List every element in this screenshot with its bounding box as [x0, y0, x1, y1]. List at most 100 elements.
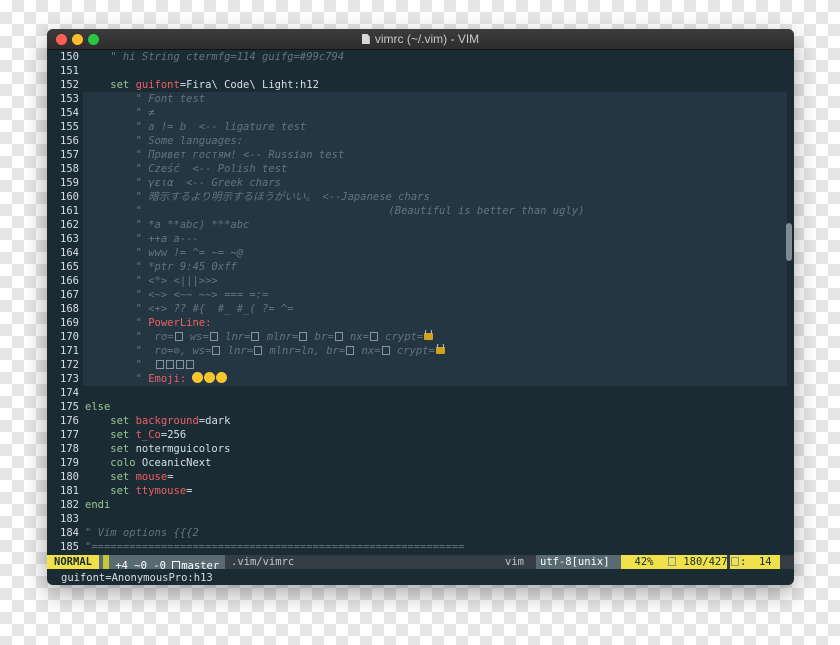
- code-line[interactable]: 161 " (Beautiful is better than ugly): [47, 204, 786, 218]
- line-number: 174: [60, 387, 79, 399]
- code-line[interactable]: 178 set notermguicolors: [47, 442, 786, 456]
- line-number: 164: [60, 247, 79, 259]
- code-token: " www != ^= ~= ~@: [85, 247, 244, 259]
- code-line[interactable]: 164 " www != ^= ~= ~@: [47, 246, 786, 260]
- code-line[interactable]: 156 " Some languages:: [47, 134, 786, 148]
- code-text: " Emoji:: [85, 372, 228, 386]
- git-branch: master: [181, 560, 220, 569]
- code-token: guifont: [135, 79, 180, 91]
- code-token: " Cześć <-- Polish test: [85, 163, 288, 175]
- code-line[interactable]: 171 " ro=⊘, ws= lnr= mlnr=ln, br= nx= cr…: [47, 344, 786, 358]
- missing-glyph-icon: [254, 346, 263, 355]
- code-line[interactable]: 163 " ++a a---: [47, 232, 786, 246]
- code-line[interactable]: 159 " γεια <-- Greek chars: [47, 176, 786, 190]
- code-line[interactable]: 181 set ttymouse=: [47, 484, 786, 498]
- line-number: 155: [60, 121, 79, 133]
- line-position: 180/427: [667, 555, 728, 569]
- code-line[interactable]: 158 " Cześć <-- Polish test: [47, 162, 786, 176]
- file-type: vim: [505, 556, 524, 568]
- line-number: 169: [60, 317, 79, 329]
- code-line[interactable]: 174: [47, 386, 786, 400]
- code-text: else: [85, 400, 110, 414]
- code-token: " <~> <~~ ~~> === =:=: [85, 289, 269, 301]
- code-line[interactable]: 168 " <+> ?? #{ #_ #_( ?= ^=: [47, 302, 786, 316]
- code-token: Emoji:: [148, 373, 193, 385]
- code-line[interactable]: 180 set mouse=: [47, 470, 786, 484]
- code-line[interactable]: 172 ": [47, 358, 786, 372]
- code-line[interactable]: 152 set guifont=Fira\ Code\ Light:h12: [47, 78, 786, 92]
- code-token: =Fira\ Code\ Light:h12: [179, 79, 319, 91]
- code-token: "=======================================…: [85, 541, 465, 553]
- code-token: =: [186, 485, 193, 497]
- line-number: 150: [60, 51, 79, 63]
- line-number: 163: [60, 233, 79, 245]
- code-line[interactable]: 179 colo OceanicNext: [47, 456, 786, 470]
- code-text: " 暗示するより明示するほうがいい。 <--Japanese chars: [85, 190, 430, 204]
- code-token: " a != b <-- ligature test: [85, 121, 307, 133]
- line-number: 158: [60, 163, 79, 175]
- code-line[interactable]: 157 " Привет гостям! <-- Russian test: [47, 148, 786, 162]
- code-line[interactable]: 175 else: [47, 400, 786, 414]
- code-token: ttymouse: [135, 485, 187, 497]
- code-line[interactable]: 166 " <*> <|||>>>: [47, 274, 786, 288]
- code-text: " Привет гостям! <-- Russian test: [85, 148, 345, 162]
- code-token: endi: [85, 499, 111, 511]
- code-text: " a != b <-- ligature test: [85, 120, 307, 134]
- code-text: " <*> <|||>>>: [85, 274, 218, 288]
- code-token: " γεια <-- Greek chars: [85, 177, 281, 189]
- code-line[interactable]: 184 " Vim options {{{2: [47, 526, 786, 540]
- missing-glyph-icon: [175, 360, 184, 369]
- code-text: set ttymouse=: [85, 484, 192, 498]
- command-line[interactable]: guifont=AnonymousPro:h13: [61, 571, 213, 585]
- code-line[interactable]: 160 " 暗示するより明示するほうがいい。 <--Japanese chars: [47, 190, 786, 204]
- line-number: 167: [60, 289, 79, 301]
- line-number: 177: [60, 429, 79, 441]
- code-text: " www != ^= ~= ~@: [85, 246, 243, 260]
- code-line[interactable]: 167 " <~> <~~ ~~> === =:=: [47, 288, 786, 302]
- code-line[interactable]: 151: [47, 64, 786, 78]
- code-text: endi: [85, 498, 110, 512]
- code-line[interactable]: 162 " *a **abc) ***abc: [47, 218, 786, 232]
- scroll-percent: 42%: [621, 555, 667, 569]
- code-line[interactable]: 173 " Emoji:: [47, 372, 786, 386]
- code-text: ": [85, 358, 195, 372]
- code-line[interactable]: 150 " hi String ctermfg=114 guifg=#99c79…: [47, 50, 786, 64]
- code-text: " hi String ctermfg=114 guifg=#99c794: [85, 50, 344, 64]
- git-hunks: +4 ~0 -0: [115, 560, 166, 569]
- code-token: " ro=: [85, 331, 174, 343]
- code-text: " PowerLine:: [85, 316, 212, 330]
- code-line[interactable]: 169 " PowerLine:: [47, 316, 786, 330]
- code-token: crypt=: [378, 331, 424, 343]
- column-position-text: : 14: [740, 556, 772, 568]
- branch-icon: [172, 561, 181, 569]
- code-token: mlnr=: [260, 331, 299, 343]
- window-title-text: vimrc (~/.vim) - VIM: [374, 32, 480, 46]
- emoji-face-icon: [192, 372, 204, 383]
- code-token: " *ptr 9:45 0xff: [85, 261, 237, 273]
- code-line[interactable]: 183: [47, 512, 786, 526]
- code-text: " *ptr 9:45 0xff: [85, 260, 237, 274]
- line-number: 181: [60, 485, 79, 497]
- code-line[interactable]: 176 set background=dark: [47, 414, 786, 428]
- editor-buffer[interactable]: 150 " hi String ctermfg=114 guifg=#99c79…: [47, 50, 794, 554]
- code-line[interactable]: 182 endi: [47, 498, 786, 512]
- code-token: mlnr=ln, br=: [263, 345, 346, 357]
- code-text: " <~> <~~ ~~> === =:=: [85, 288, 269, 302]
- code-line[interactable]: 165 " *ptr 9:45 0xff: [47, 260, 786, 274]
- code-text: set guifont=Fira\ Code\ Light:h12: [85, 78, 319, 92]
- line-number: 159: [60, 177, 79, 189]
- code-token: =: [167, 471, 174, 483]
- code-line[interactable]: 185 "====================================…: [47, 540, 786, 554]
- window-title: vimrc (~/.vim) - VIM: [47, 29, 794, 49]
- emoji-face-icon: [216, 372, 228, 383]
- code-line[interactable]: 155 " a != b <-- ligature test: [47, 120, 786, 134]
- missing-glyph-icon: [165, 360, 174, 369]
- code-token: ": [85, 373, 149, 385]
- line-number: 152: [60, 79, 79, 91]
- code-line[interactable]: 154 " ≠: [47, 106, 786, 120]
- code-line[interactable]: 177 set t_Co=256: [47, 428, 786, 442]
- code-line[interactable]: 153 " Font test: [47, 92, 786, 106]
- line-number: 160: [60, 191, 79, 203]
- code-line[interactable]: 170 " ro= ws= lnr= mlnr= br= nx= crypt=: [47, 330, 786, 344]
- scrollbar-thumb[interactable]: [786, 223, 792, 261]
